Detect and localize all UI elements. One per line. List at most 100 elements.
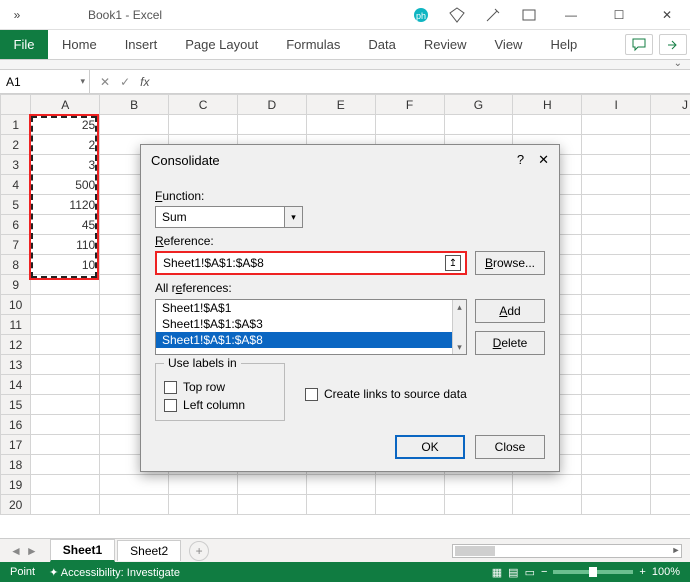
cell[interactable]: 45 [31,215,100,235]
cell[interactable] [582,355,651,375]
sheet-nav-prev-icon[interactable]: ◄ [10,544,22,558]
zoom-slider[interactable] [553,570,633,574]
row-header[interactable]: 16 [1,415,31,435]
cell[interactable] [651,175,690,195]
cell[interactable] [582,375,651,395]
cell[interactable] [582,175,651,195]
cell[interactable] [582,395,651,415]
cell[interactable] [169,495,238,515]
row-header[interactable]: 1 [1,115,31,135]
cell[interactable] [31,275,100,295]
view-page-icon[interactable]: ▤ [508,566,518,579]
accessibility-status[interactable]: ✦ Accessibility: Investigate [49,566,180,579]
dialog-help-icon[interactable]: ? [517,152,524,168]
list-item[interactable]: Sheet1!$A$1:$A$3 [156,316,466,332]
cell[interactable] [582,435,651,455]
file-tab[interactable]: File [0,30,48,59]
cell[interactable] [513,495,582,515]
cell[interactable] [651,335,690,355]
cell[interactable]: 25 [31,115,100,135]
cell[interactable]: 2 [31,135,100,155]
column-header[interactable]: F [375,95,444,115]
row-header[interactable]: 2 [1,135,31,155]
cell[interactable] [31,455,100,475]
row-header[interactable]: 7 [1,235,31,255]
function-dropdown-icon[interactable]: ▾ [285,206,303,228]
cell[interactable] [582,475,651,495]
cell[interactable] [582,195,651,215]
column-header[interactable]: D [237,95,306,115]
tab-view[interactable]: View [481,30,537,59]
tab-insert[interactable]: Insert [111,30,172,59]
scroll-down-icon[interactable]: ▾ [453,340,466,354]
cell[interactable] [582,155,651,175]
close-button[interactable]: Close [475,435,545,459]
share-button[interactable] [659,34,687,55]
minimize-button[interactable]: — [554,8,588,22]
row-header[interactable]: 15 [1,395,31,415]
function-select[interactable]: Sum ▾ [155,206,545,228]
cell[interactable] [651,275,690,295]
column-header[interactable]: H [513,95,582,115]
cell[interactable] [306,475,375,495]
browse-button[interactable]: Browse... [475,251,545,275]
row-header[interactable]: 12 [1,335,31,355]
diamond-icon[interactable] [446,4,468,26]
cell[interactable] [651,255,690,275]
row-header[interactable]: 19 [1,475,31,495]
cell[interactable] [237,115,306,135]
column-header[interactable]: G [444,95,513,115]
row-header[interactable]: 8 [1,255,31,275]
wand-icon[interactable] [482,4,504,26]
cell[interactable] [31,415,100,435]
cell[interactable]: 110 [31,235,100,255]
sheet-nav-next-icon[interactable]: ► [26,544,38,558]
cell[interactable] [651,135,690,155]
column-header[interactable]: I [582,95,651,115]
cell[interactable] [582,415,651,435]
cell[interactable] [513,115,582,135]
ribbon-collapse[interactable]: ⌄ [0,60,690,70]
cell[interactable] [582,135,651,155]
column-header[interactable]: E [306,95,375,115]
sheet-tab-other[interactable]: Sheet2 [117,540,181,561]
window-icon[interactable] [518,4,540,26]
cell[interactable] [651,295,690,315]
scrollbar-thumb[interactable] [455,546,495,556]
left-column-checkbox[interactable]: Left column [164,398,276,412]
dialog-close-icon[interactable]: ✕ [538,152,549,168]
row-header[interactable]: 5 [1,195,31,215]
cell[interactable] [100,475,169,495]
qat-chevron-icon[interactable]: » [6,8,28,22]
fx-icon[interactable]: fx [140,75,149,89]
row-header[interactable]: 4 [1,175,31,195]
cell[interactable] [582,235,651,255]
column-header[interactable]: J [651,95,690,115]
cell[interactable] [31,495,100,515]
close-app-button[interactable]: ✕ [650,8,684,22]
row-header[interactable]: 3 [1,155,31,175]
top-row-checkbox[interactable]: Top row [164,380,276,394]
view-break-icon[interactable]: ▭ [525,566,535,579]
tab-data[interactable]: Data [354,30,409,59]
enter-icon[interactable]: ✓ [120,75,130,89]
row-header[interactable]: 6 [1,215,31,235]
row-header[interactable]: 18 [1,455,31,475]
cell[interactable]: 10 [31,255,100,275]
cell[interactable]: 1120 [31,195,100,215]
cell[interactable] [582,295,651,315]
cell[interactable] [31,315,100,335]
tab-page-layout[interactable]: Page Layout [171,30,272,59]
cell[interactable] [651,155,690,175]
row-header[interactable]: 13 [1,355,31,375]
list-item-selected[interactable]: Sheet1!$A$1:$A$8 [156,332,466,348]
cell[interactable] [582,255,651,275]
column-header[interactable]: A [31,95,100,115]
cell[interactable] [651,435,690,455]
cell[interactable] [31,475,100,495]
cell[interactable] [444,495,513,515]
cell[interactable] [651,195,690,215]
maximize-button[interactable]: ☐ [602,8,636,22]
cell[interactable] [513,475,582,495]
column-header[interactable]: B [100,95,169,115]
